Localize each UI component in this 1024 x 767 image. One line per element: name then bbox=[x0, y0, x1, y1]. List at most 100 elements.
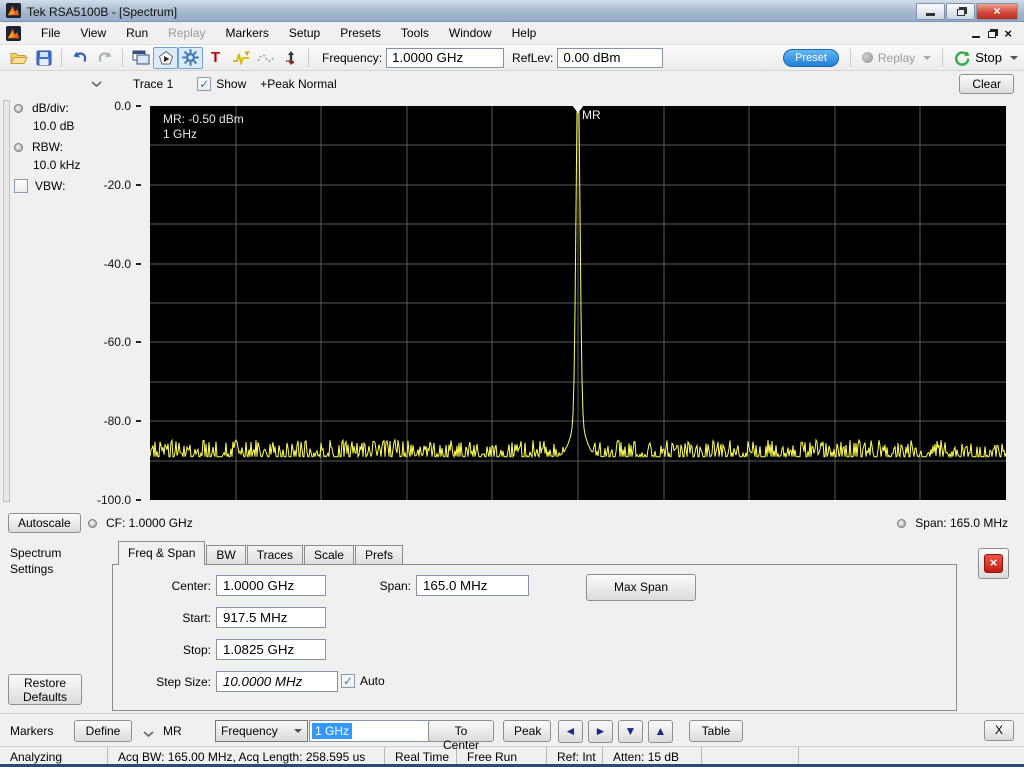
menu-run[interactable]: Run bbox=[116, 23, 158, 43]
mdi-minimize-icon[interactable] bbox=[972, 36, 981, 38]
menu-file[interactable]: File bbox=[31, 23, 70, 43]
close-button[interactable] bbox=[976, 3, 1018, 20]
step-auto-checkbox[interactable] bbox=[341, 674, 355, 688]
stop-label: Stop bbox=[975, 50, 1002, 65]
status-empty-cell bbox=[702, 747, 799, 764]
reflev-input[interactable] bbox=[557, 47, 664, 68]
center-frequency-readout[interactable]: CF: 1.0000 GHz bbox=[106, 516, 193, 530]
redo-icon[interactable] bbox=[92, 47, 117, 69]
span-input[interactable] bbox=[416, 575, 529, 596]
peak-left-button[interactable] bbox=[558, 720, 583, 743]
tab-bw[interactable]: BW bbox=[206, 545, 246, 565]
clear-button[interactable]: Clear bbox=[959, 74, 1014, 94]
menu-replay[interactable]: Replay bbox=[158, 23, 215, 43]
open-file-icon[interactable] bbox=[6, 47, 31, 69]
settings-tabs: Freq & Span BW Traces Scale Prefs bbox=[118, 541, 404, 565]
mdi-restore-icon[interactable] bbox=[988, 31, 997, 38]
tek-logo-icon bbox=[6, 2, 21, 21]
trace-math-icon[interactable] bbox=[228, 47, 253, 69]
menu-presets[interactable]: Presets bbox=[330, 23, 391, 43]
peak-right-button[interactable] bbox=[588, 720, 613, 743]
center-input[interactable] bbox=[216, 575, 326, 596]
start-label: Start: bbox=[182, 610, 211, 625]
amplitude-scale-icon[interactable] bbox=[278, 47, 303, 69]
menu-tools[interactable]: Tools bbox=[391, 23, 439, 43]
stop-dropdown-icon[interactable] bbox=[1010, 55, 1018, 60]
selected-marker-name[interactable]: MR bbox=[163, 724, 182, 746]
span-knob-icon bbox=[897, 518, 907, 528]
span-readout[interactable]: Span: 165.0 MHz bbox=[915, 516, 1008, 530]
frequency-input[interactable] bbox=[386, 47, 505, 68]
markers-toolbar: Markers Define MR Frequency 1 GHz To Cen… bbox=[0, 713, 1024, 752]
display-properties-icon[interactable] bbox=[153, 46, 178, 69]
start-input[interactable] bbox=[216, 607, 326, 628]
cf-knob-icon bbox=[88, 518, 97, 528]
reflev-label: RefLev: bbox=[512, 50, 554, 65]
replay-dropdown-icon[interactable] bbox=[923, 55, 932, 60]
plot-footer-bar: Autoscale CF: 1.0000 GHz Span: 165.0 MHz bbox=[0, 510, 1024, 537]
show-trace-checkbox[interactable] bbox=[197, 77, 212, 91]
mdi-close-icon[interactable] bbox=[1004, 26, 1012, 41]
tab-prefs[interactable]: Prefs bbox=[354, 545, 403, 565]
replay-label: Replay bbox=[877, 50, 916, 65]
spectrum-window-icon[interactable] bbox=[6, 25, 21, 41]
settings-gear-icon[interactable] bbox=[178, 46, 203, 69]
step-size-label: Step Size: bbox=[156, 674, 211, 689]
to-center-button[interactable]: To Center bbox=[428, 720, 494, 752]
detector-label: +Peak Normal bbox=[260, 77, 337, 91]
show-label: Show bbox=[216, 77, 247, 91]
autoscale-button[interactable]: Autoscale bbox=[8, 513, 81, 533]
displays-icon[interactable] bbox=[128, 47, 153, 69]
app-window: Tek RSA5100B - [Spectrum] File View Run … bbox=[0, 0, 1024, 767]
restore-button[interactable] bbox=[946, 3, 975, 20]
menu-markers[interactable]: Markers bbox=[216, 23, 279, 43]
run-stop-icon bbox=[955, 50, 971, 66]
peak-lower-button[interactable] bbox=[618, 720, 643, 743]
y-tick-label: -100.0 bbox=[97, 493, 141, 507]
marker-readout-type-dropdown[interactable]: Frequency bbox=[215, 720, 308, 742]
step-size-input[interactable] bbox=[216, 671, 338, 692]
text-annotation-icon[interactable]: T bbox=[203, 47, 228, 69]
y-tick-label: -60.0 bbox=[104, 335, 141, 349]
y-tick-label: -80.0 bbox=[104, 414, 141, 428]
menu-help[interactable]: Help bbox=[502, 23, 547, 43]
save-icon[interactable] bbox=[31, 47, 56, 69]
titlebar[interactable]: Tek RSA5100B - [Spectrum] bbox=[0, 0, 1024, 22]
marker-label: MR bbox=[582, 108, 601, 122]
restore-defaults-button[interactable]: Restore Defaults bbox=[8, 674, 82, 705]
menu-setup[interactable]: Setup bbox=[279, 23, 330, 43]
trace-bar: Trace 1 Show +Peak Normal Clear bbox=[0, 71, 1024, 97]
peak-button[interactable]: Peak bbox=[503, 720, 551, 742]
run-stop-button[interactable]: Stop bbox=[954, 50, 1018, 66]
max-span-button[interactable]: Max Span bbox=[586, 574, 696, 601]
span-label: Span: bbox=[379, 578, 411, 593]
combo-dropdown-icon bbox=[294, 729, 302, 733]
marker-value-input[interactable]: 1 GHz bbox=[309, 720, 435, 742]
tab-traces[interactable]: Traces bbox=[246, 545, 303, 565]
preset-button[interactable]: Preset bbox=[783, 48, 839, 67]
trace-name-label[interactable]: Trace 1 bbox=[133, 77, 173, 91]
marker-table-button[interactable]: Table bbox=[689, 720, 743, 742]
window-title: Tek RSA5100B - [Spectrum] bbox=[27, 4, 178, 19]
menu-view[interactable]: View bbox=[70, 23, 116, 43]
minimize-button[interactable] bbox=[916, 3, 945, 20]
trace-expander-chevron-icon[interactable] bbox=[90, 80, 103, 88]
menu-window[interactable]: Window bbox=[439, 23, 502, 43]
y-tick-label: 0.0 bbox=[114, 99, 141, 113]
markers-close-button[interactable]: X bbox=[984, 720, 1014, 741]
y-tick-label: -20.0 bbox=[104, 178, 141, 192]
spectrum-settings-panel: Spectrum Settings Freq & Span BW Traces … bbox=[0, 537, 1024, 713]
peak-higher-button[interactable] bbox=[648, 720, 673, 743]
spectrum-plot[interactable]: MR: -0.50 dBm 1 GHz MR bbox=[150, 105, 1006, 500]
tab-freq-span[interactable]: Freq & Span bbox=[118, 541, 206, 565]
define-markers-button[interactable]: Define bbox=[74, 720, 132, 742]
marker-select-chevron-icon[interactable] bbox=[142, 727, 155, 749]
undo-icon[interactable] bbox=[67, 47, 92, 69]
settings-close-button[interactable] bbox=[978, 548, 1009, 579]
marker-readout: MR: -0.50 dBm 1 GHz bbox=[163, 112, 244, 142]
freq-span-tab-content: Center: Span: Max Span Start: Stop: Step… bbox=[112, 564, 957, 711]
tab-scale[interactable]: Scale bbox=[303, 545, 354, 565]
reference-trace-icon[interactable] bbox=[253, 47, 278, 69]
stop-input[interactable] bbox=[216, 639, 326, 660]
replay-button[interactable]: Replay bbox=[861, 50, 932, 65]
